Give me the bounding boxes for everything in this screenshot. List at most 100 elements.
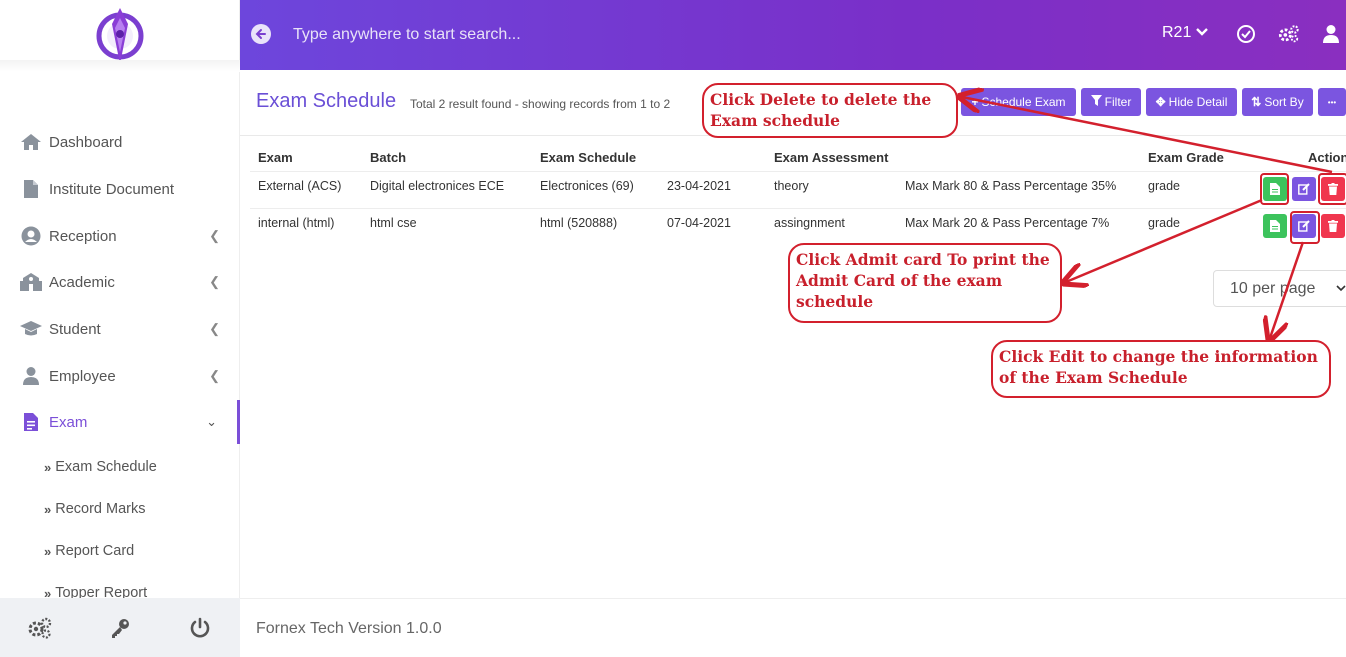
sidebar-item-label: Student (49, 320, 101, 338)
annotation-admit-card: Click Admit card To print the Admit Card… (788, 243, 1062, 323)
admit-card-button[interactable] (1263, 214, 1287, 238)
sidebar-item-label: Employee (49, 367, 116, 385)
page-footer: Fornex Tech Version 1.0.0 (240, 598, 1346, 657)
cell-date: 07-04-2021 (667, 216, 731, 230)
cell-grade: grade (1148, 216, 1180, 230)
ellipsis-icon: ••• (1327, 97, 1337, 107)
document-icon (19, 177, 43, 201)
chevron-left-icon: ❮ (209, 368, 220, 383)
graduation-cap-icon (19, 317, 43, 341)
chevron-down-icon (1195, 24, 1209, 42)
cell-exam: External (ACS) (258, 179, 342, 193)
trash-icon (1328, 220, 1338, 232)
hide-detail-button[interactable]: ✥ Hide Detail (1146, 88, 1237, 116)
cell-date: 23-04-2021 (667, 179, 731, 193)
delete-button[interactable] (1321, 214, 1345, 238)
sidebar-item-dashboard[interactable]: Dashboard (0, 120, 240, 164)
power-icon[interactable] (186, 614, 214, 642)
more-options-button[interactable]: ••• (1318, 88, 1346, 116)
cell-schedule: html (520888) (540, 216, 618, 230)
sidebar-subitem-report-card[interactable]: » Report Card (44, 539, 134, 563)
double-chevron-icon: » (44, 501, 52, 517)
move-arrows-icon: ✥ (1155, 95, 1166, 109)
session-label: R21 (1162, 24, 1192, 41)
edit-button[interactable] (1292, 177, 1316, 201)
cell-grade: grade (1148, 179, 1180, 193)
chevron-left-icon: ❮ (209, 321, 220, 336)
sidebar-item-label: Exam (49, 413, 88, 431)
button-label: Hide Detail (1168, 95, 1228, 109)
highlight-box (1260, 173, 1289, 205)
sidebar-item-label: Dashboard (49, 133, 123, 151)
sidebar-item-label: Institute Document (49, 180, 175, 198)
back-arrow-icon[interactable] (251, 24, 271, 44)
cell-assessment: theory (774, 179, 809, 193)
double-chevron-icon: » (44, 543, 52, 559)
edit-icon (1298, 183, 1310, 195)
key-icon[interactable] (106, 614, 134, 642)
sidebar-item-label: Academic (49, 273, 115, 291)
column-header-exam: Exam (258, 150, 293, 165)
sidebar-footer (0, 598, 240, 657)
sidebar-item-employee[interactable]: Employee ❮ (0, 354, 240, 398)
exam-file-icon (19, 410, 43, 434)
sidebar-item-reception[interactable]: Reception ❮ (0, 214, 240, 258)
double-chevron-icon: » (44, 459, 52, 475)
sort-by-button[interactable]: ⇅ Sort By (1242, 88, 1313, 116)
user-circle-icon (19, 224, 43, 248)
annotation-delete: Click Delete to delete the Exam schedule (702, 83, 958, 138)
page-title: Exam Schedule (256, 90, 397, 112)
cell-schedule: Electronices (69) (540, 179, 634, 193)
cell-marks: Max Mark 80 & Pass Percentage 35% (905, 179, 1117, 193)
button-label: Schedule Exam (981, 95, 1066, 109)
home-icon (19, 130, 43, 154)
school-icon (19, 270, 43, 294)
button-label: Filter (1104, 95, 1132, 109)
check-circle-icon[interactable] (1235, 23, 1257, 45)
logo-divider (0, 60, 240, 72)
cell-batch: Digital electronices ECE (370, 179, 505, 193)
sidebar-subitem-label: Exam Schedule (55, 459, 157, 475)
button-label: Sort By (1264, 95, 1304, 109)
highlight-box (1290, 211, 1320, 244)
per-page-select[interactable]: 10 per page (1213, 270, 1346, 307)
column-header-batch: Batch (370, 150, 407, 165)
search-input[interactable] (293, 22, 793, 48)
user-profile-icon[interactable] (1320, 23, 1342, 45)
top-header: R21 (240, 0, 1346, 70)
cell-batch: html cse (370, 216, 417, 230)
column-header-exam-grade: Exam Grade (1148, 150, 1224, 165)
chevron-left-icon: ❮ (209, 274, 220, 289)
version-text: Fornex Tech Version 1.0.0 (256, 620, 442, 637)
sidebar-item-academic[interactable]: Academic ❮ (0, 260, 240, 304)
filter-icon (1090, 95, 1102, 109)
column-header-action: Action (1308, 150, 1346, 165)
schedule-exam-button[interactable]: + Schedule Exam (961, 88, 1076, 116)
settings-gears-icon[interactable] (1278, 23, 1300, 45)
sidebar-subitem-label: Record Marks (55, 501, 146, 517)
sidebar-item-label: Reception (49, 227, 117, 245)
row-divider (250, 171, 1346, 172)
sidebar-subitem-record-marks[interactable]: » Record Marks (44, 497, 145, 521)
result-summary: Total 2 result found - showing records f… (410, 97, 671, 111)
app-logo[interactable] (92, 6, 148, 66)
sidebar-item-student[interactable]: Student ❮ (0, 307, 240, 351)
column-header-exam-schedule: Exam Schedule (540, 150, 637, 165)
cell-assessment: assingnment (774, 216, 845, 230)
employee-icon (19, 364, 43, 388)
chevron-down-icon: ⌄ (206, 414, 217, 429)
chevron-down-icon (1336, 280, 1346, 295)
sidebar-subitem-exam-schedule[interactable]: » Exam Schedule (44, 455, 157, 479)
filter-button[interactable]: Filter (1081, 88, 1141, 116)
row-divider (250, 208, 1346, 209)
sort-icon: ⇅ (1251, 95, 1262, 109)
cell-exam: internal (html) (258, 216, 335, 230)
session-selector[interactable]: R21 (1162, 24, 1209, 42)
cell-marks: Max Mark 20 & Pass Percentage 7% (905, 216, 1110, 230)
sidebar-item-exam[interactable]: Exam ⌄ (0, 400, 240, 444)
file-icon (1270, 220, 1280, 232)
settings-gears-icon[interactable] (26, 614, 54, 642)
plus-icon: + (971, 95, 979, 109)
column-header-exam-assessment: Exam Assessment (774, 150, 889, 165)
sidebar-item-institute-document[interactable]: Institute Document (0, 167, 240, 211)
